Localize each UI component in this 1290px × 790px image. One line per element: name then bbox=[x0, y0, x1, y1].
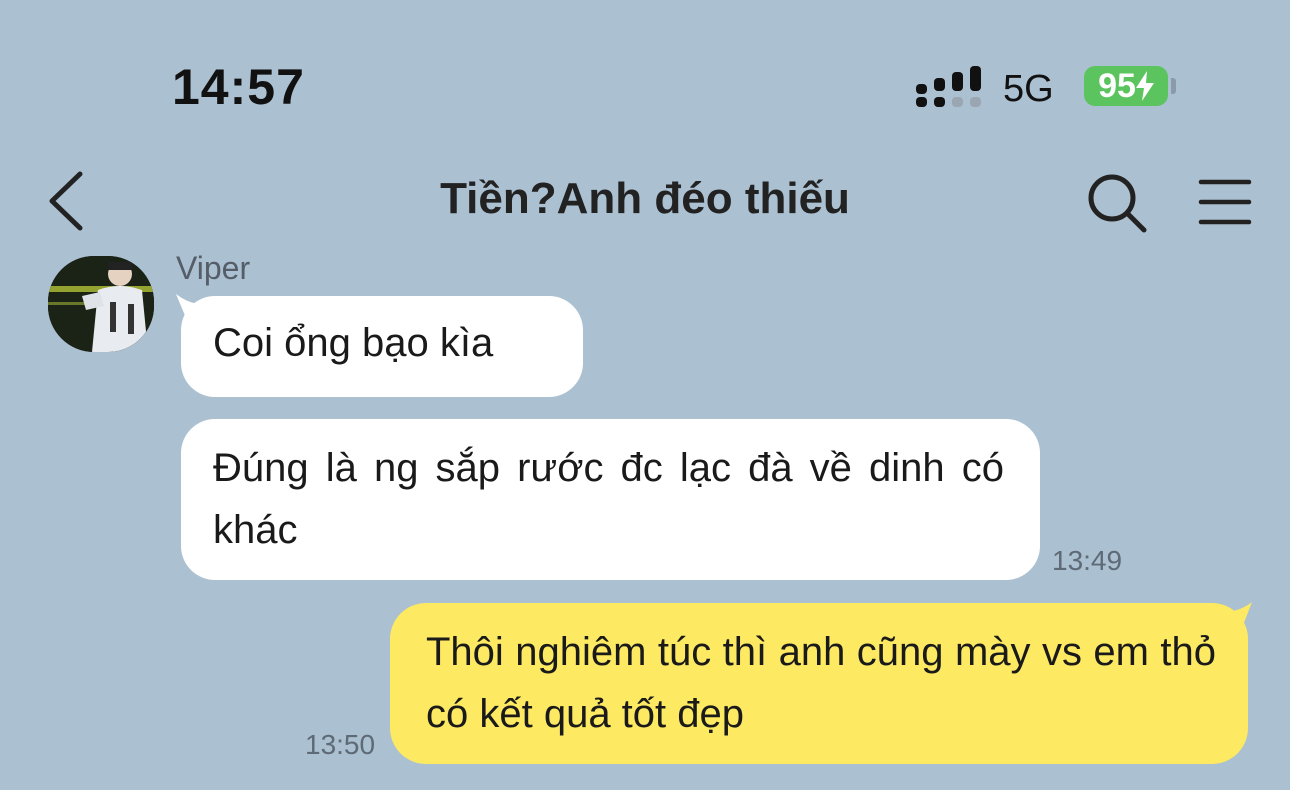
battery-tip bbox=[1171, 78, 1176, 94]
sender-name: Viper bbox=[176, 250, 251, 286]
charging-bolt-icon bbox=[1135, 71, 1154, 101]
chat-title: Tiền?Anh đéo thiếu bbox=[440, 174, 850, 223]
message-bubble-outgoing[interactable]: Thôi nghiêm túc thì anh cũng mày vs em t… bbox=[390, 603, 1248, 764]
network-type: 5G bbox=[1003, 68, 1054, 110]
chevron-left-icon[interactable] bbox=[44, 170, 88, 232]
message-timestamp: 13:49 bbox=[1052, 545, 1123, 576]
message-timestamp: 13:50 bbox=[305, 729, 376, 760]
battery-level: 95 bbox=[1098, 66, 1136, 105]
avatar[interactable] bbox=[48, 256, 154, 352]
message-bubble-incoming[interactable]: Đúng là ng sắp rước đc lạc đà về dinh có… bbox=[181, 419, 1040, 580]
status-time: 14:57 bbox=[172, 59, 305, 115]
hamburger-menu-icon[interactable] bbox=[1198, 178, 1252, 226]
chat-screen: 14:57 5G 95 Tiền?Anh đéo thiếu Viper Coi… bbox=[0, 0, 1290, 790]
bubble-tail bbox=[1228, 602, 1252, 628]
signal-strength-icon bbox=[916, 66, 981, 107]
message-bubble-incoming[interactable]: Coi ổng bạo kìa bbox=[181, 296, 583, 397]
avatar-photo bbox=[48, 256, 154, 352]
battery-indicator: 95 bbox=[1084, 66, 1168, 106]
search-icon[interactable] bbox=[1086, 172, 1148, 234]
